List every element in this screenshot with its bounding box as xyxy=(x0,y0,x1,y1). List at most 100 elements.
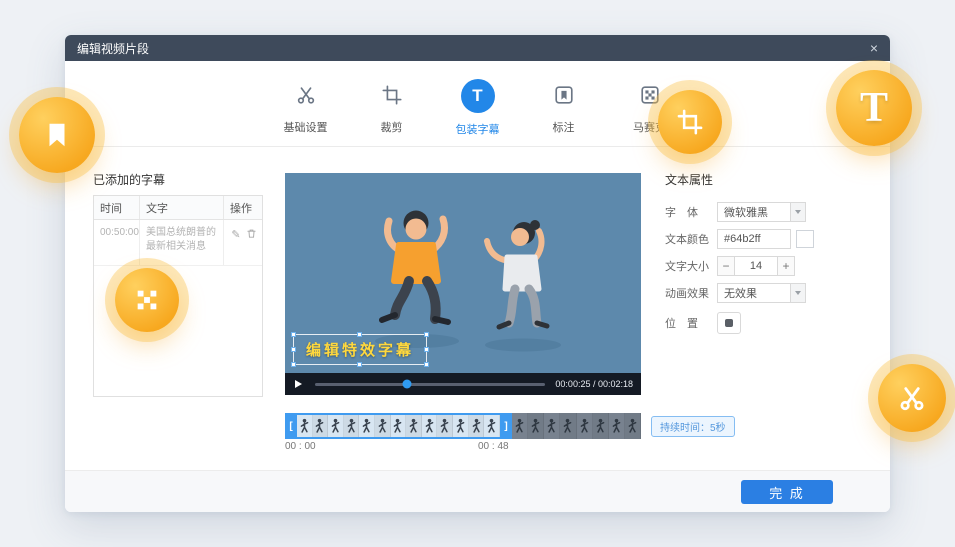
film-frame xyxy=(437,415,453,437)
font-select[interactable]: 微软雅黑 xyxy=(717,202,791,222)
film-frame xyxy=(359,415,375,437)
resize-handle[interactable] xyxy=(291,332,296,337)
film-frame xyxy=(577,413,593,439)
scissors-icon xyxy=(290,79,322,111)
tab-crop[interactable]: 裁剪 xyxy=(361,79,423,146)
video-stage[interactable]: 编辑特效字幕 xyxy=(285,173,641,373)
film-frame xyxy=(469,415,485,437)
film-frame xyxy=(328,415,344,437)
film-frame xyxy=(625,413,641,439)
tab-basic-settings[interactable]: 基础设置 xyxy=(275,79,337,146)
resize-handle[interactable] xyxy=(424,332,429,337)
position-button[interactable] xyxy=(717,312,741,334)
bookmark-icon xyxy=(19,97,95,173)
tab-label: 基础设置 xyxy=(284,119,328,135)
tab-label: 标注 xyxy=(553,119,575,135)
resize-handle[interactable] xyxy=(357,362,362,367)
subtitle-table-header: 时间 文字 操作 xyxy=(94,196,262,220)
size-label: 文字大小 xyxy=(665,258,717,274)
progress-thumb[interactable] xyxy=(403,380,412,389)
player-time: 00:00:25 / 00:02:18 xyxy=(555,379,633,389)
trim-handle-right[interactable]: ] xyxy=(500,413,512,439)
done-button[interactable]: 完 成 xyxy=(741,480,833,504)
animation-label: 动画效果 xyxy=(665,285,717,301)
animation-select[interactable]: 无效果 xyxy=(717,283,791,303)
play-icon[interactable] xyxy=(285,380,311,388)
subtitle-time: 00:50:00 xyxy=(94,220,140,265)
subtitle-overlay[interactable]: 编辑特效字幕 xyxy=(293,334,427,365)
bookmark-icon xyxy=(548,79,580,111)
col-text: 文字 xyxy=(140,196,224,219)
tab-label: 裁剪 xyxy=(381,119,403,135)
film-frame xyxy=(406,415,422,437)
size-value: 14 xyxy=(735,256,777,276)
resize-handle[interactable] xyxy=(424,362,429,367)
chevron-down-icon[interactable] xyxy=(791,202,806,222)
size-increase-button[interactable]: + xyxy=(777,256,795,276)
film-frame xyxy=(544,413,560,439)
film-frame xyxy=(297,415,313,437)
film-frame xyxy=(528,413,544,439)
timeline-selected-frames[interactable] xyxy=(297,413,500,439)
film-frame xyxy=(344,415,360,437)
position-row: 位 置 xyxy=(665,313,875,333)
color-input[interactable]: #64b2ff xyxy=(717,229,791,249)
dialog-titlebar: 编辑视频片段 × xyxy=(65,35,890,61)
dialog-title: 编辑视频片段 xyxy=(77,40,149,57)
film-frame xyxy=(391,415,407,437)
col-time: 时间 xyxy=(94,196,140,219)
properties-heading: 文本属性 xyxy=(665,171,875,188)
timeline-times: 00 : 00 00 : 48 xyxy=(285,441,641,455)
film-frame xyxy=(375,415,391,437)
duration-badge: 持续时间：5秒 xyxy=(651,416,735,437)
font-label: 字 体 xyxy=(665,204,717,220)
subtitle-list-heading: 已添加的字幕 xyxy=(93,171,165,188)
tab-label: 包装字幕 xyxy=(456,121,500,137)
subtitle-row[interactable]: 00:50:00 美国总统朗普的最新相关消息 ✎ xyxy=(94,220,262,266)
delete-icon[interactable] xyxy=(246,228,257,244)
tab-annotation[interactable]: 标注 xyxy=(533,79,595,146)
edit-video-clip-dialog: 编辑视频片段 × 基础设置 裁剪 T 包装字幕 xyxy=(65,35,890,512)
resize-handle[interactable] xyxy=(291,362,296,367)
film-frame xyxy=(560,413,576,439)
video-preview: 编辑特效字幕 00:00:25 / 00:02:18 xyxy=(285,173,641,395)
film-frame xyxy=(484,415,500,437)
color-label: 文本颜色 xyxy=(665,231,717,247)
crop-icon xyxy=(658,90,722,154)
timeline: [ ] xyxy=(285,413,641,439)
color-row: 文本颜色 #64b2ff xyxy=(665,229,875,249)
size-row: 文字大小 − 14 + xyxy=(665,256,875,276)
font-row: 字 体 微软雅黑 xyxy=(665,202,875,222)
timeline-start: 00 : 00 xyxy=(285,441,316,452)
progress-track[interactable] xyxy=(315,383,545,386)
scissors-icon xyxy=(878,364,946,432)
film-frame xyxy=(609,413,625,439)
film-frame xyxy=(422,415,438,437)
subtitle-overlay-text: 编辑特效字幕 xyxy=(306,342,414,359)
edit-icon[interactable]: ✎ xyxy=(231,228,240,243)
player-bar: 00:00:25 / 00:02:18 xyxy=(285,373,641,395)
timeline-rest-frames[interactable] xyxy=(512,413,641,439)
text-properties-panel: 文本属性 字 体 微软雅黑 文本颜色 #64b2ff 文字大小 − 14 + 动… xyxy=(665,171,875,340)
text-icon: T xyxy=(461,79,495,113)
resize-handle[interactable] xyxy=(291,347,296,352)
color-swatch[interactable] xyxy=(796,230,814,248)
resize-handle[interactable] xyxy=(357,332,362,337)
mosaic-icon xyxy=(115,268,179,332)
timeline-mark: 00 : 48 xyxy=(478,441,509,452)
crop-icon xyxy=(376,79,408,111)
animation-row: 动画效果 无效果 xyxy=(665,283,875,303)
size-decrease-button[interactable]: − xyxy=(717,256,735,276)
text-icon: T xyxy=(836,70,912,146)
resize-handle[interactable] xyxy=(424,347,429,352)
tab-subtitle[interactable]: T 包装字幕 xyxy=(447,79,509,146)
close-icon[interactable]: × xyxy=(870,41,878,55)
position-dot-icon xyxy=(725,319,733,327)
trim-handle-left[interactable]: [ xyxy=(285,413,297,439)
film-frame xyxy=(593,413,609,439)
col-ops: 操作 xyxy=(224,196,262,219)
film-frame xyxy=(512,413,528,439)
chevron-down-icon[interactable] xyxy=(791,283,806,303)
position-label: 位 置 xyxy=(665,315,717,331)
toolbar: 基础设置 裁剪 T 包装字幕 标注 xyxy=(65,61,890,147)
